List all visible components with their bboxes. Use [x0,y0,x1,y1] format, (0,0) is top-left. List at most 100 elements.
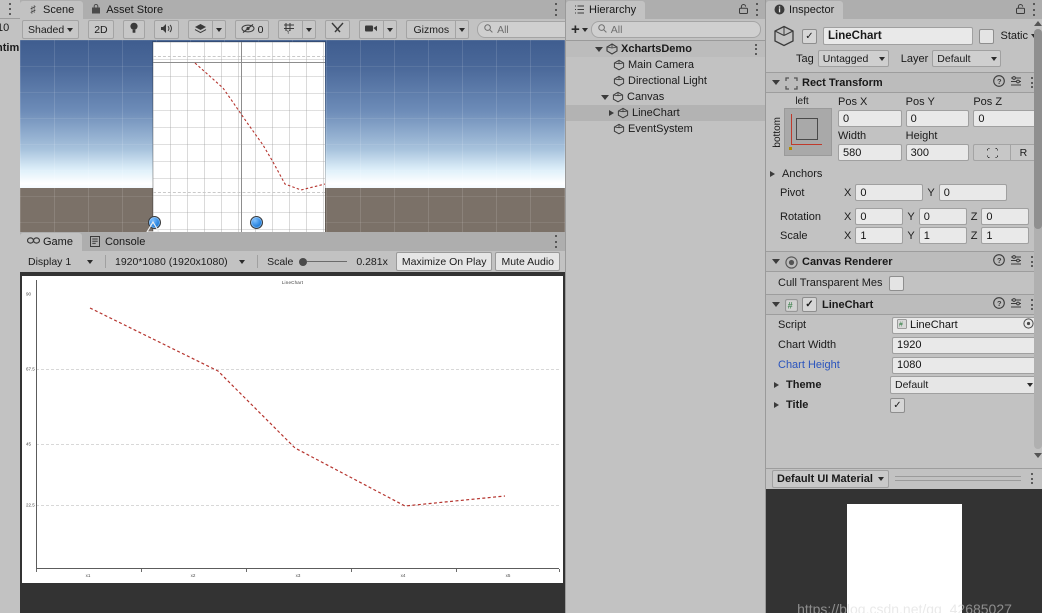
rotation-y-input[interactable]: 0 [919,208,967,225]
scene-search-input[interactable]: All [477,21,577,38]
anchor-preset-block[interactable]: left bottom [772,96,832,161]
tab-scene[interactable]: ♯ Scene [20,1,83,19]
hierarchy-row-linechart[interactable]: LineChart [566,105,766,121]
pos-z-input[interactable]: 0 [973,110,1037,127]
chevron-down-icon[interactable] [595,47,603,52]
rotation-x-input[interactable]: 0 [855,208,903,225]
preset-icon[interactable] [1010,297,1022,312]
blueprint-mode-button[interactable] [973,144,1009,161]
title-checkbox[interactable]: ✓ [890,398,905,413]
tab-inspector[interactable]: Inspector [766,1,843,19]
help-icon[interactable]: ? [993,297,1005,312]
scene-viewport[interactable] [20,40,565,232]
anchors-foldout[interactable]: Anchors [766,164,1042,183]
chevron-right-icon[interactable] [774,382,779,388]
scene-grid-dropdown[interactable] [302,20,316,39]
scene-fx-button[interactable] [188,20,212,39]
scene-fx-dropdown[interactable] [212,20,226,39]
resolution-dropdown[interactable]: 1920*1080 (1920x1080) [109,252,251,271]
material-dropdown[interactable]: Default UI Material [772,470,889,488]
anchor-preset-widget[interactable] [784,108,832,156]
scene-grid-button[interactable]: Y [278,20,302,39]
tag-dropdown[interactable]: Untagged [818,50,889,67]
object-picker-icon[interactable] [1023,318,1034,332]
rect-handle-right[interactable] [250,216,263,229]
inspector-kebab-icon[interactable] [1029,3,1039,16]
axis-gizmo-icon[interactable] [145,220,161,232]
hierarchy-row-canvas[interactable]: Canvas [566,89,766,105]
create-dropdown[interactable]: + [568,24,588,36]
rect-transform-header[interactable]: Rect Transform ? [766,72,1042,93]
hierarchy-row-eventsystem[interactable]: EventSystem [566,121,766,137]
scroll-up-arrow[interactable] [1034,21,1042,26]
tab-asset-store[interactable]: Asset Store [83,1,172,19]
chart-height-input[interactable]: 1080 [892,357,1037,374]
chart-width-input[interactable]: 1920 [892,337,1037,354]
preset-icon[interactable] [1010,75,1022,90]
material-kebab-icon[interactable] [1027,473,1037,484]
mute-audio-button[interactable]: Mute Audio [495,252,560,271]
linechart-enabled-checkbox[interactable]: ✓ [802,297,817,312]
pos-x-input[interactable]: 0 [838,110,902,127]
pivot-x-input[interactable]: 0 [855,184,923,201]
lock-icon[interactable] [1016,4,1025,14]
tab-game[interactable]: Game [20,233,82,251]
inspector-scrollbar-thumb[interactable] [1034,29,1042,229]
lock-icon[interactable] [739,4,748,14]
hierarchy-row-xchartsdemo[interactable]: XchartsDemo [566,41,766,57]
toggle-2d-button[interactable]: 2D [88,20,113,39]
scene-tools-button[interactable] [325,20,350,39]
scale-y-input[interactable]: 1 [919,227,967,244]
chevron-down-icon[interactable] [601,95,609,100]
tab-console[interactable]: Console [82,233,154,251]
scale-z-input[interactable]: 1 [981,227,1029,244]
scene-camera-button[interactable] [359,20,383,39]
chevron-down-icon[interactable] [772,259,780,264]
hierarchy-kebab-icon[interactable] [752,3,762,16]
gizmos-button[interactable]: Gizmos [406,20,455,39]
scale-slider-knob[interactable] [299,258,307,266]
draw-mode-dropdown[interactable]: Shaded [22,20,79,39]
scroll-down-arrow[interactable] [1034,453,1042,458]
chevron-right-icon[interactable] [609,110,614,116]
static-dropdown[interactable]: Static [1000,30,1037,42]
game-viewport[interactable]: LineChart 90 67.5 45 22.5 x1 x2 x3 [20,272,565,613]
help-icon[interactable]: ? [993,254,1005,269]
scene-visibility-button[interactable]: 0 [235,20,270,39]
pos-y-input[interactable]: 0 [906,110,970,127]
theme-dropdown[interactable]: Default [890,376,1037,394]
tab-hierarchy[interactable]: Hierarchy [566,1,645,19]
display-dropdown[interactable]: Display 1 [22,252,99,271]
linechart-component-header[interactable]: # ✓ LineChart ? [766,294,1042,315]
width-input[interactable]: 580 [838,144,902,161]
scale-slider[interactable] [299,258,347,266]
preset-icon[interactable] [1010,254,1022,269]
gameobject-enabled-checkbox[interactable]: ✓ [802,29,817,44]
scale-x-input[interactable]: 1 [855,227,903,244]
script-object-field[interactable]: # LineChart [892,317,1037,334]
help-icon[interactable]: ? [993,75,1005,90]
game-panel-kebab-icon[interactable] [551,235,561,248]
pivot-y-input[interactable]: 0 [939,184,1007,201]
hierarchy-row-main-camera[interactable]: Main Camera [566,57,766,73]
canvas-renderer-header[interactable]: Canvas Renderer ? [766,251,1042,272]
chevron-right-icon[interactable] [774,402,779,408]
static-checkbox[interactable] [979,29,994,44]
hierarchy-search-input[interactable]: All [591,21,761,38]
maximize-on-play-button[interactable]: Maximize On Play [396,252,493,271]
rotation-z-input[interactable]: 0 [981,208,1029,225]
left-panel-kebab-icon[interactable] [5,3,15,15]
gizmos-dropdown[interactable] [455,20,469,39]
gameobject-name-input[interactable]: LineChart [823,27,973,45]
scene-canvas-rect[interactable] [153,42,325,232]
scene-panel-kebab-icon[interactable] [551,3,561,16]
hierarchy-row-directional-light[interactable]: Directional Light [566,73,766,89]
chevron-down-icon[interactable] [772,302,780,307]
scene-audio-button[interactable] [154,20,179,39]
hierarchy-row-kebab-icon[interactable] [751,44,761,55]
raw-edit-button[interactable]: R [1010,144,1037,161]
scene-lighting-button[interactable] [123,20,145,39]
scene-camera-dropdown[interactable] [383,20,397,39]
chevron-right-icon[interactable] [770,171,775,177]
chevron-down-icon[interactable] [772,80,780,85]
